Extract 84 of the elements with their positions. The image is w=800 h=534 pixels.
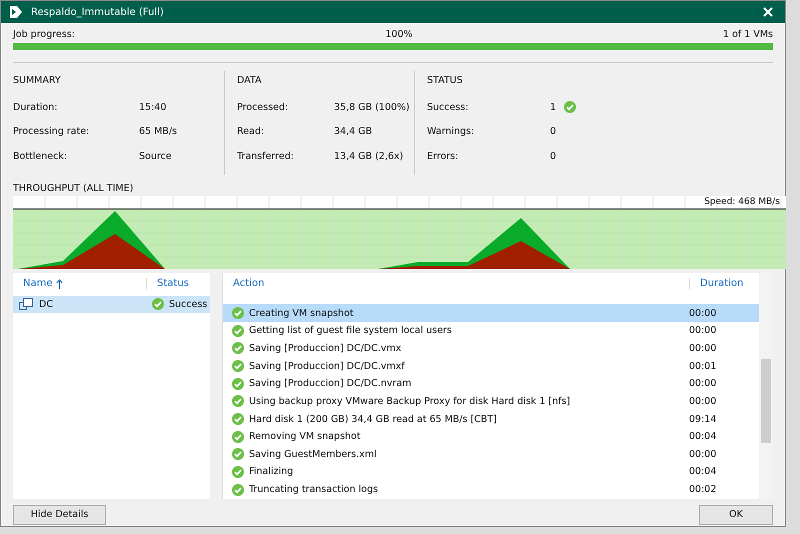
ok-button[interactable]: OK <box>699 504 773 524</box>
field-label: Errors: <box>427 150 460 162</box>
action-row[interactable]: Saving GuestMembers.xml 00:00 <box>223 446 759 464</box>
vm-status: Success <box>169 298 208 310</box>
action-row[interactable]: Finalizing 00:04 <box>223 463 759 481</box>
success-icon <box>564 101 576 114</box>
field-label: Success: <box>427 102 470 113</box>
field-value: 35,8 GB (100%) <box>334 102 410 113</box>
action-text: Saving [Produccion] DC/DC.vmxf <box>249 360 405 372</box>
success-icon <box>152 298 164 310</box>
action-text: Removing VM snapshot <box>249 431 360 442</box>
action-row[interactable]: Saving [Produccion] DC/DC.vmxf 00:01 <box>223 357 759 375</box>
action-text: Creating VM snapshot <box>249 308 354 319</box>
success-icon <box>232 307 244 320</box>
success-icon <box>232 448 244 460</box>
field-label: Processed: <box>237 102 290 113</box>
action-text: Saving [Produccion] DC/DC.nvram <box>249 378 412 390</box>
success-icon <box>232 413 244 426</box>
success-icon <box>232 430 244 443</box>
duration-text: 09:14 <box>688 414 718 425</box>
field-value: 0 <box>550 150 558 162</box>
progress-percent: 100% <box>385 29 413 40</box>
field-label: Read: <box>237 126 266 138</box>
chart-title: THROUGHPUT (ALL TIME) <box>13 182 134 194</box>
action-row[interactable]: Saving [Produccion] DC/DC.vmx 00:00 <box>223 340 759 358</box>
duration-text: 00:02 <box>688 484 718 496</box>
action-row[interactable]: Getting list of guest file system local users 00:00 <box>223 322 759 340</box>
vm-icon <box>19 298 33 310</box>
vm-row[interactable]: DC Success <box>13 296 210 312</box>
success-icon <box>232 395 244 408</box>
success-icon <box>232 484 244 496</box>
duration-text: 00:00 <box>688 378 718 390</box>
duration-text: 00:00 <box>688 325 718 336</box>
speed-label: Speed: 468 MB/s <box>704 196 780 206</box>
action-text: Saving [Produccion] DC/DC.vmx <box>249 342 402 354</box>
vm-name: DC <box>39 298 53 310</box>
success-icon <box>232 378 244 390</box>
field-label: Bottleneck: <box>13 150 68 162</box>
section-heading: STATUS <box>427 75 464 86</box>
hide-details-button[interactable]: Hide Details <box>13 504 106 524</box>
column-header[interactable]: Status <box>146 278 189 289</box>
sort-arrow-icon <box>56 278 63 288</box>
action-row[interactable]: Hard disk 1 (200 GB) 34,4 GB read at 65 MB/s [CBT] 09:14 <box>223 410 759 428</box>
field-value: 15:40 <box>139 102 166 113</box>
success-icon <box>232 360 244 372</box>
duration-text: 00:04 <box>688 466 718 478</box>
field-value: 13,4 GB (2,6x) <box>334 150 404 162</box>
app-logo-icon <box>9 5 23 19</box>
action-text: Using backup proxy VMware Backup Proxy for disk Hard disk 1 [nfs] <box>249 396 570 407</box>
field-value: 34,4 GB <box>334 126 372 138</box>
action-row[interactable]: Using backup proxy VMware Backup Proxy for disk Hard disk 1 [nfs] 00:00 <box>223 392 759 410</box>
success-icon <box>232 324 244 337</box>
action-row[interactable]: Truncating transaction logs 00:02 <box>223 480 759 498</box>
window-title: Respaldo_Immutable (Full) <box>31 6 165 18</box>
action-row[interactable]: Removing VM snapshot 00:04 <box>223 428 759 446</box>
duration-text: 00:00 <box>688 396 718 407</box>
progress-count: 1 of 1 VMs <box>723 29 773 40</box>
section-heading: DATA <box>237 75 262 86</box>
field-value: Source <box>139 150 172 162</box>
action-text: Hard disk 1 (200 GB) 34,4 GB read at 65 MB/s [CBT] <box>249 414 497 425</box>
duration-text: 00:01 <box>688 360 718 372</box>
field-label: Warnings: <box>427 126 476 138</box>
field-value: 1 <box>550 102 558 113</box>
action-text: Truncating transaction logs <box>249 484 378 496</box>
field-label: Duration: <box>13 102 58 113</box>
field-value: 0 <box>550 126 558 138</box>
duration-text: 00:04 <box>688 431 718 442</box>
field-label: Transferred: <box>237 150 295 162</box>
field-value: 65 MB/s <box>139 126 177 138</box>
action-text: Finalizing <box>249 466 294 478</box>
column-header[interactable]: Name <box>13 278 146 289</box>
action-text: Saving GuestMembers.xml <box>249 448 377 460</box>
column-header[interactable]: Action <box>223 278 689 289</box>
action-text: Getting list of guest file system local users <box>249 325 452 336</box>
field-label: Processing rate: <box>13 126 90 138</box>
success-icon <box>232 466 244 478</box>
success-icon <box>232 342 244 354</box>
duration-text: 00:00 <box>688 448 718 460</box>
action-row[interactable]: Saving [Produccion] DC/DC.nvram 00:00 <box>223 374 759 393</box>
duration-text: 00:00 <box>688 308 718 319</box>
progress-label: Job progress: <box>13 29 75 40</box>
action-row[interactable]: Creating VM snapshot 00:00 <box>223 304 759 322</box>
duration-text: 00:00 <box>688 342 718 354</box>
section-heading: SUMMARY <box>13 75 62 86</box>
